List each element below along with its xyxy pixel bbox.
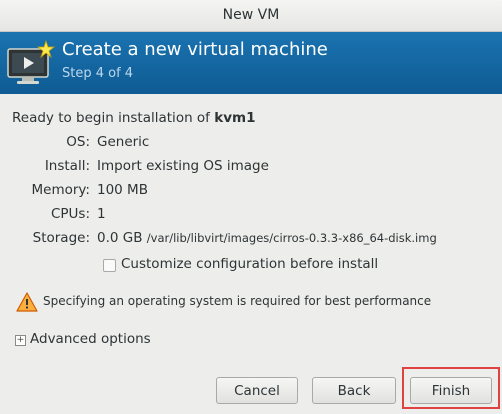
summary-row-storage: Storage: 0.0 GB /var/lib/libvirt/images/… <box>0 230 502 250</box>
summary-row-os: OS: Generic <box>0 134 502 154</box>
warning-icon <box>16 292 38 312</box>
customize-label[interactable]: Customize configuration before install <box>121 256 378 272</box>
storage-value: 0.0 GB /var/lib/libvirt/images/cirros-0.… <box>97 230 437 246</box>
cpus-value: 1 <box>97 206 106 222</box>
install-label: Install: <box>44 158 90 174</box>
warning-text: Specifying an operating system is requir… <box>43 294 432 308</box>
storage-path: /var/lib/libvirt/images/cirros-0.3.3-x86… <box>146 231 437 245</box>
window-titlebar[interactable]: New VM <box>0 0 502 32</box>
os-label: OS: <box>66 134 90 150</box>
summary-row-install: Install: Import existing OS image <box>0 158 502 178</box>
wizard-step: Step 4 of 4 <box>62 66 134 81</box>
back-button[interactable]: Back <box>312 377 396 404</box>
storage-label: Storage: <box>32 230 90 246</box>
vm-name: kvm1 <box>214 110 256 126</box>
cpus-label: CPUs: <box>50 206 90 222</box>
window-title: New VM <box>222 7 280 23</box>
wizard-title: Create a new virtual machine <box>62 39 328 60</box>
storage-size: 0.0 GB <box>97 230 143 246</box>
wizard-header: Create a new virtual machine Step 4 of 4 <box>0 32 502 94</box>
install-value: Import existing OS image <box>97 158 269 174</box>
customize-checkbox[interactable] <box>103 259 116 272</box>
memory-label: Memory: <box>31 182 90 198</box>
summary-row-memory: Memory: 100 MB <box>0 182 502 202</box>
advanced-options-toggle[interactable]: Advanced options <box>30 331 151 347</box>
ready-text: Ready to begin installation of kvm1 <box>12 110 255 126</box>
cancel-button[interactable]: Cancel <box>216 377 298 404</box>
summary-row-cpus: CPUs: 1 <box>0 206 502 226</box>
os-value: Generic <box>97 134 150 150</box>
advanced-expander-icon[interactable]: + <box>15 335 26 346</box>
ready-prefix: Ready to begin installation of <box>12 110 215 126</box>
finish-button[interactable]: Finish <box>410 377 492 404</box>
vm-monitor-icon <box>7 39 56 84</box>
memory-value: 100 MB <box>97 182 148 198</box>
